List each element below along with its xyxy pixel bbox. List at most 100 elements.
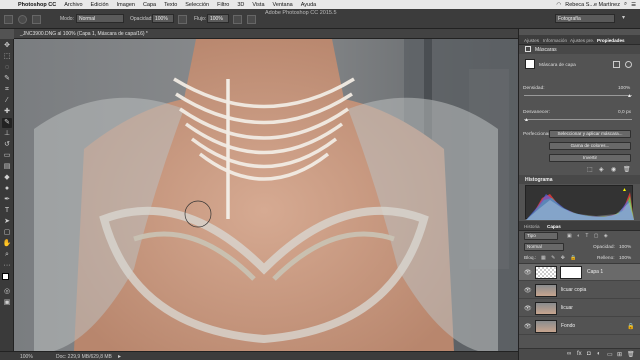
new-group-icon[interactable]: ▭ xyxy=(607,351,613,358)
layer-row[interactable]: 👁 licuar xyxy=(519,300,640,317)
layer-row[interactable]: 👁 Fondo 🔒 xyxy=(519,318,640,335)
load-selection-icon[interactable]: ⬚ xyxy=(587,166,593,173)
tab-capas[interactable]: Capas xyxy=(547,224,561,229)
layer-filter-select[interactable]: Tipo xyxy=(524,232,558,240)
document-size[interactable]: Doc: 229,9 MB/629,8 MB xyxy=(56,354,112,360)
wifi-icon[interactable]: ◠ xyxy=(556,2,561,8)
lock-icons[interactable]: ▦ ✎ ✥ 🔒 xyxy=(541,255,579,261)
tab-ajustes-pre[interactable]: Ajustes pre. xyxy=(570,38,594,43)
link-layers-icon[interactable]: ∞ xyxy=(567,351,571,357)
notifications-icon[interactable]: ☰ xyxy=(631,2,636,8)
delete-mask-icon[interactable]: 🗑 xyxy=(623,166,631,173)
mode-select[interactable]: Normal xyxy=(76,14,124,23)
gradient-tool-icon[interactable]: ▤ xyxy=(2,162,12,172)
pressure-size-icon[interactable] xyxy=(247,15,256,24)
tab-propiedades[interactable]: Propiedades xyxy=(597,38,625,43)
dodge-tool-icon[interactable]: ● xyxy=(2,184,12,194)
document-tab[interactable]: _JNC3900.DNG al 100% (Capa 1, Máscara de… xyxy=(20,31,148,37)
menu-edicion[interactable]: Edición xyxy=(87,2,113,8)
menu-3d[interactable]: 3D xyxy=(233,2,248,8)
layer-mask-thumbnail[interactable] xyxy=(560,266,582,279)
workspace-menu-icon[interactable]: ▾ xyxy=(622,14,625,21)
add-mask-icon[interactable]: ◘ xyxy=(587,351,591,357)
density-slider[interactable] xyxy=(524,95,632,96)
status-arrow-icon[interactable]: ▸ xyxy=(118,353,121,360)
tab-ajustes[interactable]: Ajustes xyxy=(524,38,539,43)
zoom-tool-icon[interactable]: ⌕ xyxy=(2,250,12,260)
menu-vista[interactable]: Vista xyxy=(248,2,268,8)
feather-slider-handle[interactable]: ▲ xyxy=(524,117,529,123)
layer-name[interactable]: licuar xyxy=(561,305,573,311)
foreground-color-swatch[interactable] xyxy=(2,273,9,280)
hand-tool-icon[interactable]: ✋ xyxy=(2,239,12,249)
user-name[interactable]: Rebeca S...e Martínez xyxy=(565,2,620,8)
density-slider-handle[interactable]: ▲ xyxy=(627,93,632,99)
tab-informacion[interactable]: Información xyxy=(543,38,567,43)
color-range-button[interactable]: Gama de colores... xyxy=(549,142,631,150)
layer-thumbnail[interactable] xyxy=(535,320,557,333)
move-tool-icon[interactable]: ✥ xyxy=(2,41,12,51)
flow-input[interactable]: 100% xyxy=(207,14,229,23)
brush-panel-icon[interactable] xyxy=(32,15,41,24)
layer-row[interactable]: 👁 Capa 1 xyxy=(519,264,640,281)
layer-row[interactable]: 👁 licuar copia xyxy=(519,282,640,299)
layer-thumbnail[interactable] xyxy=(535,302,557,315)
blend-mode-select[interactable]: Normal xyxy=(524,243,564,251)
quick-select-tool-icon[interactable]: ✎ xyxy=(2,74,12,84)
delete-layer-icon[interactable]: 🗑 xyxy=(627,351,635,358)
pixel-mask-icon[interactable] xyxy=(613,61,620,68)
tab-historia[interactable]: Historia xyxy=(524,224,540,229)
stamp-tool-icon[interactable]: ⊥ xyxy=(2,129,12,139)
history-brush-tool-icon[interactable]: ↺ xyxy=(2,140,12,150)
fx-icon[interactable]: fx xyxy=(577,351,582,357)
apply-mask-icon[interactable]: ◈ xyxy=(599,166,604,173)
menu-texto[interactable]: Texto xyxy=(160,2,181,8)
pen-tool-icon[interactable]: ✒ xyxy=(2,195,12,205)
search-icon[interactable]: ⌕ xyxy=(624,1,627,8)
layer-name[interactable]: Capa 1 xyxy=(587,269,603,275)
layer-thumbnail[interactable] xyxy=(535,266,557,279)
layer-name[interactable]: Fondo xyxy=(561,323,575,329)
airbrush-icon[interactable] xyxy=(233,15,242,24)
blur-tool-icon[interactable]: ◆ xyxy=(2,173,12,183)
histogram-warning-icon[interactable]: ▲ xyxy=(622,187,627,193)
brush-tool-icon[interactable]: ✎ xyxy=(2,118,12,128)
layer-filter-icons[interactable]: ▣ ◐ T ▢ ◈ xyxy=(567,233,610,239)
pressure-opacity-icon[interactable] xyxy=(178,15,187,24)
opacity-input[interactable]: 100% xyxy=(152,14,174,23)
menu-filtro[interactable]: Filtro xyxy=(213,2,233,8)
menu-capa[interactable]: Capa xyxy=(139,2,160,8)
invert-button[interactable]: Invertir xyxy=(549,154,631,162)
eyedropper-tool-icon[interactable]: ⁄ xyxy=(2,96,12,106)
marquee-tool-icon[interactable]: ⬚ xyxy=(2,52,12,62)
menu-ayuda[interactable]: Ayuda xyxy=(297,2,321,8)
density-value[interactable]: 100% xyxy=(618,86,630,91)
menu-app[interactable]: Photoshop CC xyxy=(14,2,60,8)
healing-brush-tool-icon[interactable]: ✚ xyxy=(2,107,12,117)
feather-slider[interactable] xyxy=(524,119,632,120)
visibility-eye-icon[interactable]: 👁 xyxy=(524,323,532,330)
layer-name[interactable]: licuar copia xyxy=(561,287,586,293)
visibility-eye-icon[interactable]: 👁 xyxy=(524,305,532,312)
menu-archivo[interactable]: Archivo xyxy=(60,2,86,8)
menu-ventana[interactable]: Ventana xyxy=(269,2,297,8)
shape-tool-icon[interactable]: ▢ xyxy=(2,228,12,238)
layer-opacity-value[interactable]: 100% xyxy=(619,245,631,250)
screen-mode-icon[interactable]: ▣ xyxy=(2,298,12,308)
vector-mask-icon[interactable] xyxy=(625,61,632,68)
layer-thumbnail[interactable] xyxy=(535,284,557,297)
menu-seleccion[interactable]: Selección xyxy=(181,2,213,8)
lasso-tool-icon[interactable]: ◌ xyxy=(2,63,12,73)
visibility-eye-icon[interactable]: 👁 xyxy=(524,287,532,294)
adjustment-layer-icon[interactable]: ◐ xyxy=(597,351,601,357)
feather-value[interactable]: 0,0 px xyxy=(618,110,631,115)
brush-tool-preset-icon[interactable] xyxy=(4,15,13,24)
mask-thumbnail[interactable] xyxy=(525,59,535,69)
more-tools-icon[interactable]: ··· xyxy=(2,261,12,271)
crop-tool-icon[interactable]: ⌗ xyxy=(2,85,12,95)
toggle-mask-icon[interactable]: ◉ xyxy=(611,166,616,173)
menu-imagen[interactable]: Imagen xyxy=(113,2,139,8)
fill-value[interactable]: 100% xyxy=(619,256,631,261)
image-canvas[interactable] xyxy=(14,39,518,351)
workspace-select[interactable]: Fotografía xyxy=(555,14,615,23)
